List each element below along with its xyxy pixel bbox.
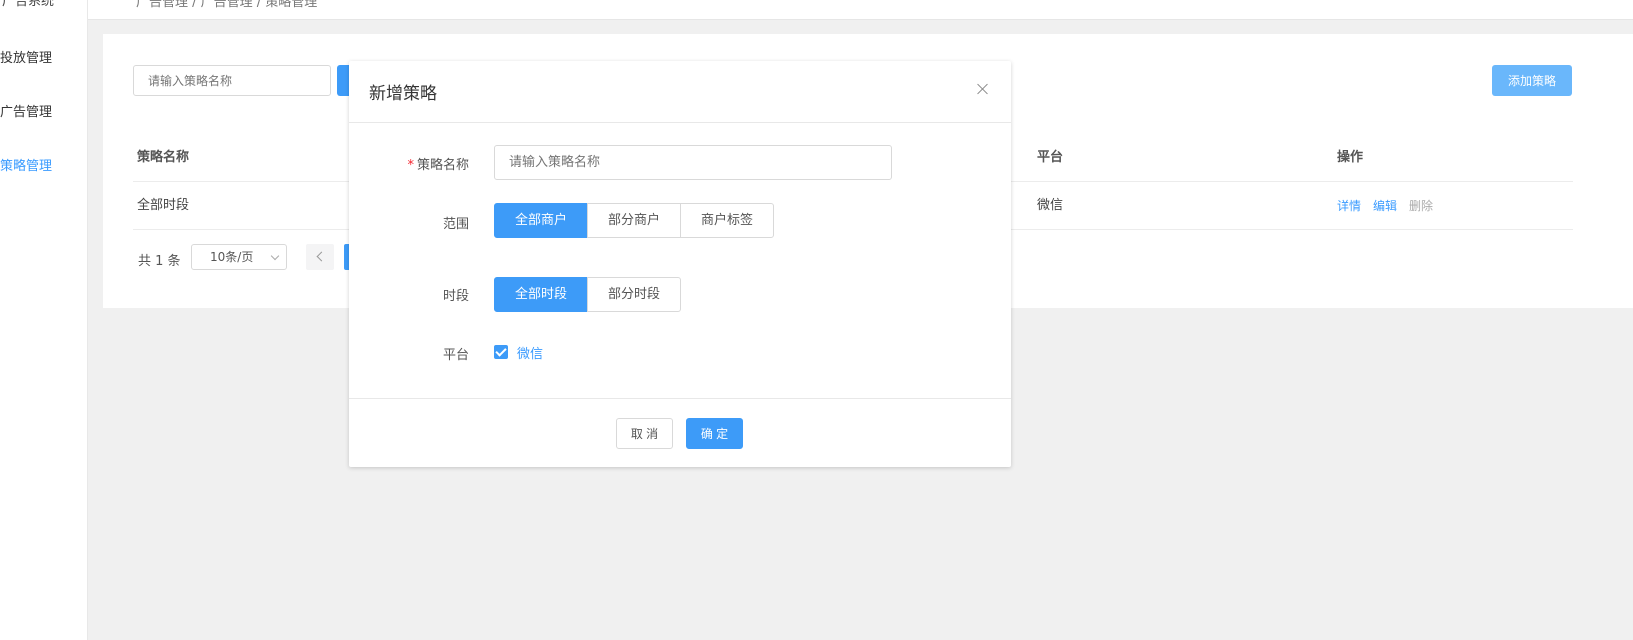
column-header-actions: 操作 bbox=[1337, 150, 1364, 165]
add-strategy-button[interactable]: 添加策略 bbox=[1492, 65, 1572, 96]
page-size-value: 10条/页 bbox=[210, 250, 254, 264]
scope-option-some-merchants[interactable]: 部分商户 bbox=[587, 203, 681, 238]
time-option-all[interactable]: 全部时段 bbox=[494, 277, 588, 312]
delete-link[interactable]: 删除 bbox=[1409, 199, 1433, 213]
top-header: 广告管理 / 广告管理 / 策略管理 bbox=[88, 0, 1633, 20]
prev-page-button[interactable] bbox=[306, 244, 334, 270]
strategy-search-input[interactable] bbox=[133, 65, 331, 96]
required-asterisk: * bbox=[407, 158, 414, 173]
dialog-footer: 取 消 确 定 bbox=[349, 398, 1011, 467]
scope-option-merchant-tags[interactable]: 商户标签 bbox=[680, 203, 774, 238]
column-header-name: 策略名称 bbox=[137, 150, 190, 165]
platform-label: 平台 bbox=[442, 348, 469, 363]
close-icon[interactable] bbox=[975, 81, 991, 97]
dialog-title: 新增策略 bbox=[369, 84, 437, 104]
page-size-select[interactable]: 10条/页 bbox=[191, 244, 287, 270]
edit-link[interactable]: 编辑 bbox=[1373, 199, 1397, 213]
wechat-checkbox[interactable] bbox=[494, 345, 508, 359]
row-actions: 详情 编辑 删除 bbox=[1337, 182, 1445, 231]
time-segmented-control: 全部时段 部分时段 bbox=[494, 277, 681, 312]
add-strategy-dialog: 新增策略 *策略名称 范围 全部商户 部分商户 商户标签 时段 全部时段 部分时… bbox=[349, 61, 1011, 467]
sidebar-title: 广告系统 bbox=[2, 0, 55, 9]
name-label-text: 策略名称 bbox=[416, 158, 469, 173]
sidebar-item-delivery[interactable]: 投放管理 bbox=[0, 47, 52, 66]
chevron-down-icon bbox=[270, 251, 280, 261]
cancel-button[interactable]: 取 消 bbox=[616, 418, 673, 449]
strategy-name-input[interactable] bbox=[494, 145, 892, 180]
column-header-platform: 平台 bbox=[1037, 150, 1064, 165]
name-label: * 策略名称 bbox=[349, 154, 469, 173]
chevron-left-icon bbox=[316, 251, 327, 262]
detail-link[interactable]: 详情 bbox=[1337, 199, 1361, 213]
row-platform: 微信 bbox=[1037, 198, 1064, 213]
wechat-checkbox-label[interactable]: 微信 bbox=[517, 343, 543, 362]
pagination-total: 共 1 条 bbox=[138, 254, 181, 269]
dialog-header: 新增策略 bbox=[349, 61, 1011, 123]
scope-segmented-control: 全部商户 部分商户 商户标签 bbox=[494, 203, 774, 238]
sidebar-item-strategy[interactable]: 策略管理 bbox=[0, 155, 52, 174]
scope-option-all-merchants[interactable]: 全部商户 bbox=[494, 203, 588, 238]
scope-label: 范围 bbox=[442, 217, 469, 232]
row-name: 全部时段 bbox=[137, 198, 190, 213]
time-label: 时段 bbox=[442, 289, 469, 304]
confirm-button[interactable]: 确 定 bbox=[686, 418, 743, 449]
time-option-partial[interactable]: 部分时段 bbox=[587, 277, 681, 312]
breadcrumb: 广告管理 / 广告管理 / 策略管理 bbox=[136, 0, 318, 10]
sidebar-item-ads[interactable]: 广告管理 bbox=[0, 101, 52, 120]
sidebar: 广告系统 投放管理 广告管理 策略管理 bbox=[0, 0, 88, 640]
